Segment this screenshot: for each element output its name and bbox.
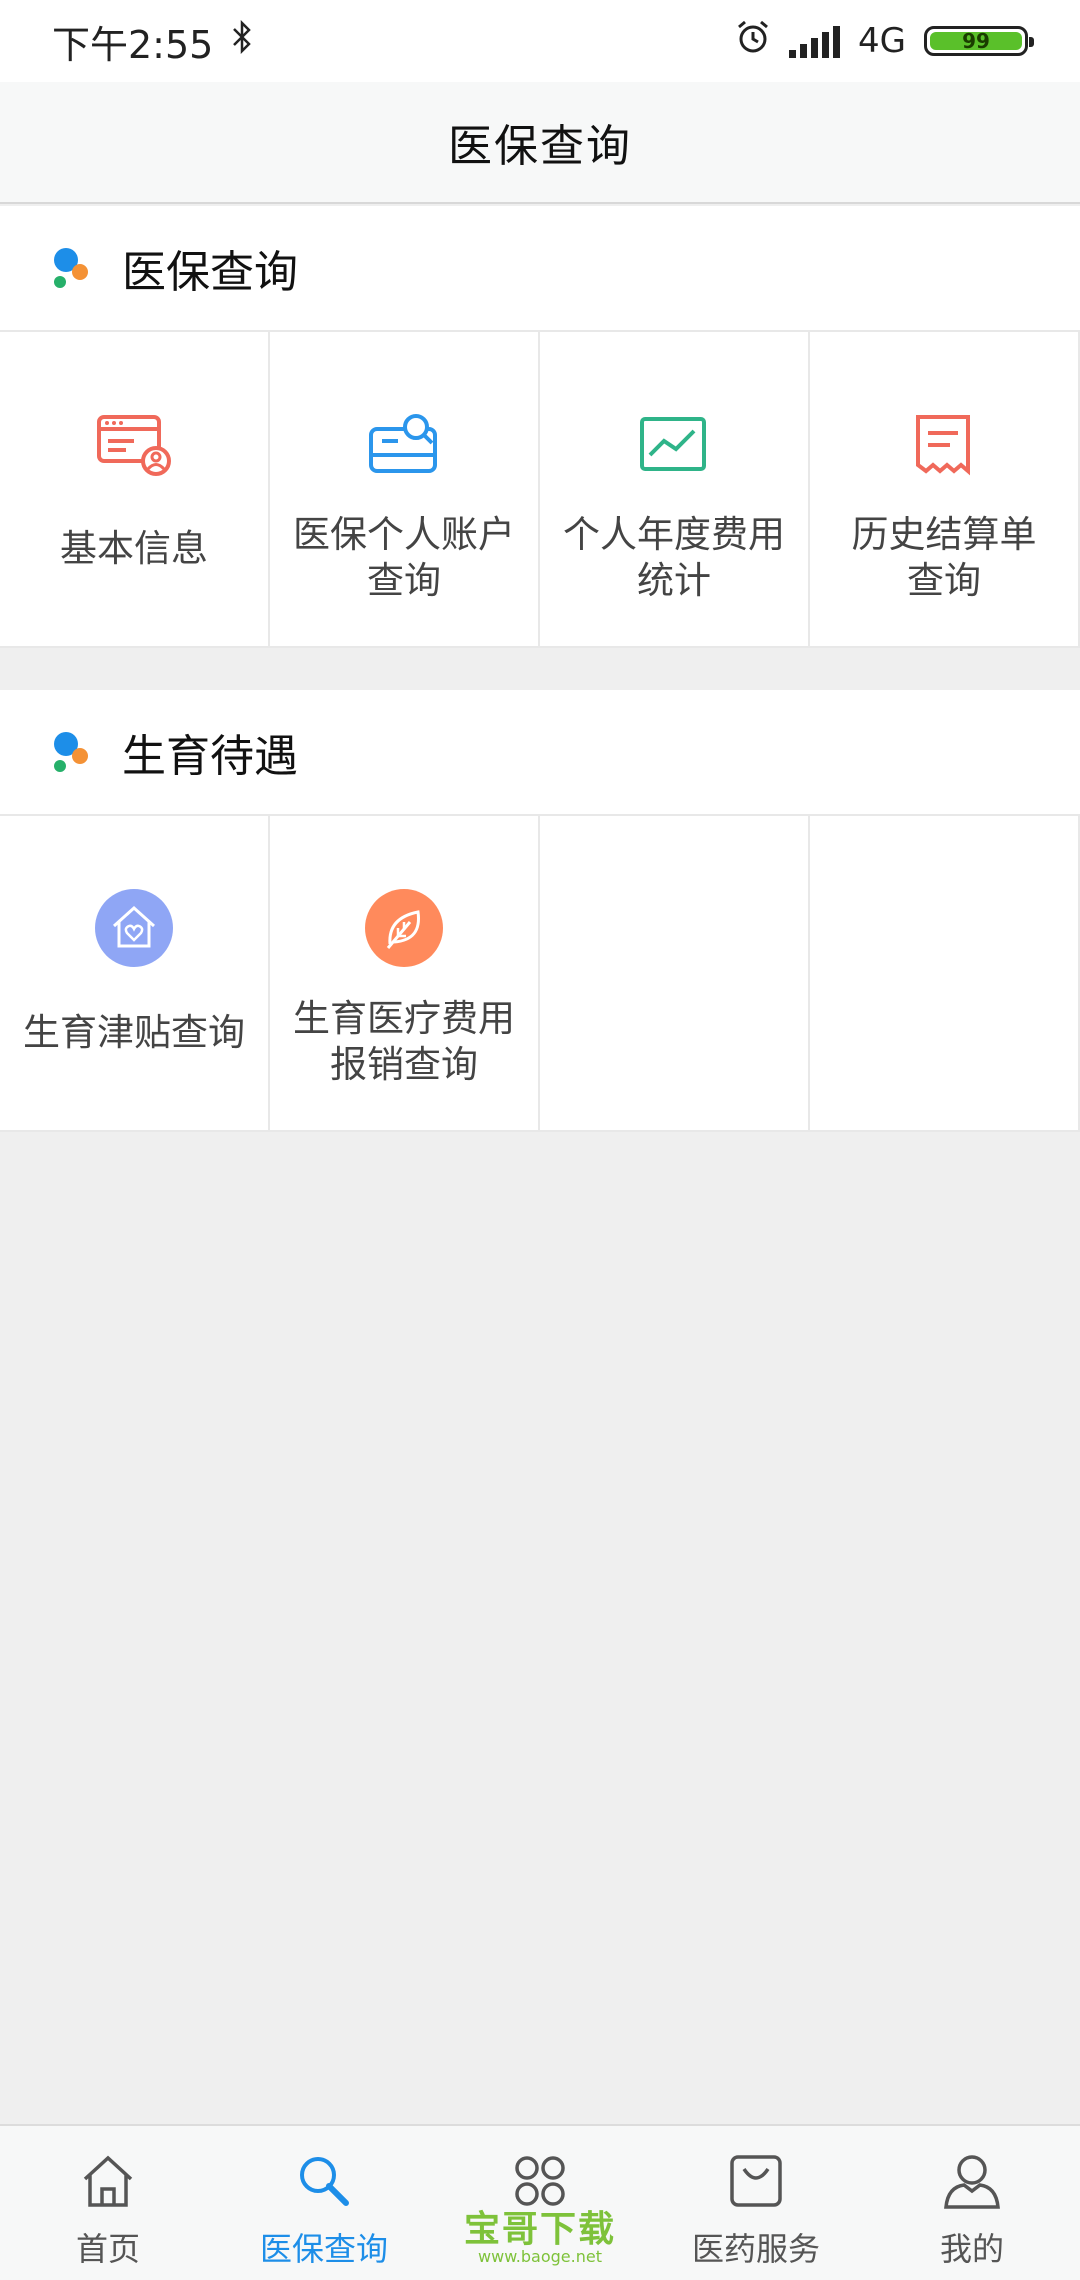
section-header: 医保查询 [0,206,1080,332]
trend-chart-icon [634,404,714,484]
section-dots-icon [52,730,92,774]
search-icon [294,2150,354,2212]
grid-item-empty [810,816,1080,1132]
grid-item-label: 生育津贴查询 [23,1011,245,1054]
receipt-icon [904,404,984,484]
grid-item-annual-cost[interactable]: 个人年度费用 统计 [540,332,810,648]
watermark: 宝哥下载 www.baoge.net [432,2212,648,2266]
nav-item-home[interactable]: 首页 [0,2126,216,2280]
grid-item-empty [540,816,810,1132]
grid-item-label: 医保个人账户 查询 [293,513,515,602]
nav-label: 医药服务 [691,2230,820,2268]
status-time: 下午2:55 [52,22,214,67]
signal-icon [789,24,841,58]
section-dots-icon [52,246,92,290]
battery-level: 99 [930,29,1022,53]
network-type: 4G [858,21,906,61]
nav-label: 我的 [939,2230,1004,2268]
grid-item-basic-info[interactable]: 基本信息 [0,332,270,648]
leaf-icon [364,888,444,968]
grid-item-personal-account[interactable]: 医保个人账户 查询 [270,332,540,648]
nav-item-grid[interactable]: 宝哥下载 www.baoge.net [432,2126,648,2280]
grid-icon [510,2150,570,2212]
bluetooth-icon [231,19,253,63]
title-bar: 医保查询 [0,82,1080,204]
section-maternity: 生育待遇 生育津贴查询 生育医疗费用 报销查询 [0,690,1080,1132]
grid-item-maternity-medical-reimbursement[interactable]: 生育医疗费用 报销查询 [270,816,540,1132]
nav-label: 医保查询 [259,2230,388,2268]
watermark-main: 宝哥下载 [463,2209,616,2250]
section-title: 生育待遇 [122,731,298,782]
nav-label: 首页 [75,2230,140,2268]
nav-item-mine[interactable]: 我的 [864,2126,1080,2280]
user-icon [942,2150,1002,2212]
home-icon [78,2150,138,2212]
section-title: 医保查询 [122,247,298,298]
shopping-bag-icon [726,2150,786,2212]
grid-item-label: 个人年度费用 统计 [563,513,785,602]
status-bar: 下午2:55 4G 99 [0,0,1080,82]
id-card-user-icon [94,404,174,484]
house-heart-icon [94,888,174,968]
section-header: 生育待遇 [0,690,1080,816]
nav-item-medical-query[interactable]: 医保查询 [216,2126,432,2280]
alarm-icon [735,19,771,64]
page-title: 医保查询 [448,121,632,172]
battery-icon: 99 [924,26,1034,56]
grid-item-settlement-history[interactable]: 历史结算单 查询 [810,332,1080,648]
grid-item-maternity-allowance[interactable]: 生育津贴查询 [0,816,270,1132]
grid-item-label: 基本信息 [60,527,208,570]
card-search-icon [364,404,444,484]
nav-item-pharmacy-service[interactable]: 医药服务 [648,2126,864,2280]
watermark-url: www.baoge.net [478,2247,602,2266]
grid-item-label: 生育医疗费用 报销查询 [293,997,515,1086]
section-medical-insurance: 医保查询 基本信息 医保个人账户 查询 个人年度费用 统计 历史结算单 查询 [0,206,1080,648]
grid-item-label: 历史结算单 查询 [851,513,1037,602]
bottom-nav: 首页 医保查询 宝哥下载 www.baoge.net 医药服务 我的 [0,2124,1080,2280]
